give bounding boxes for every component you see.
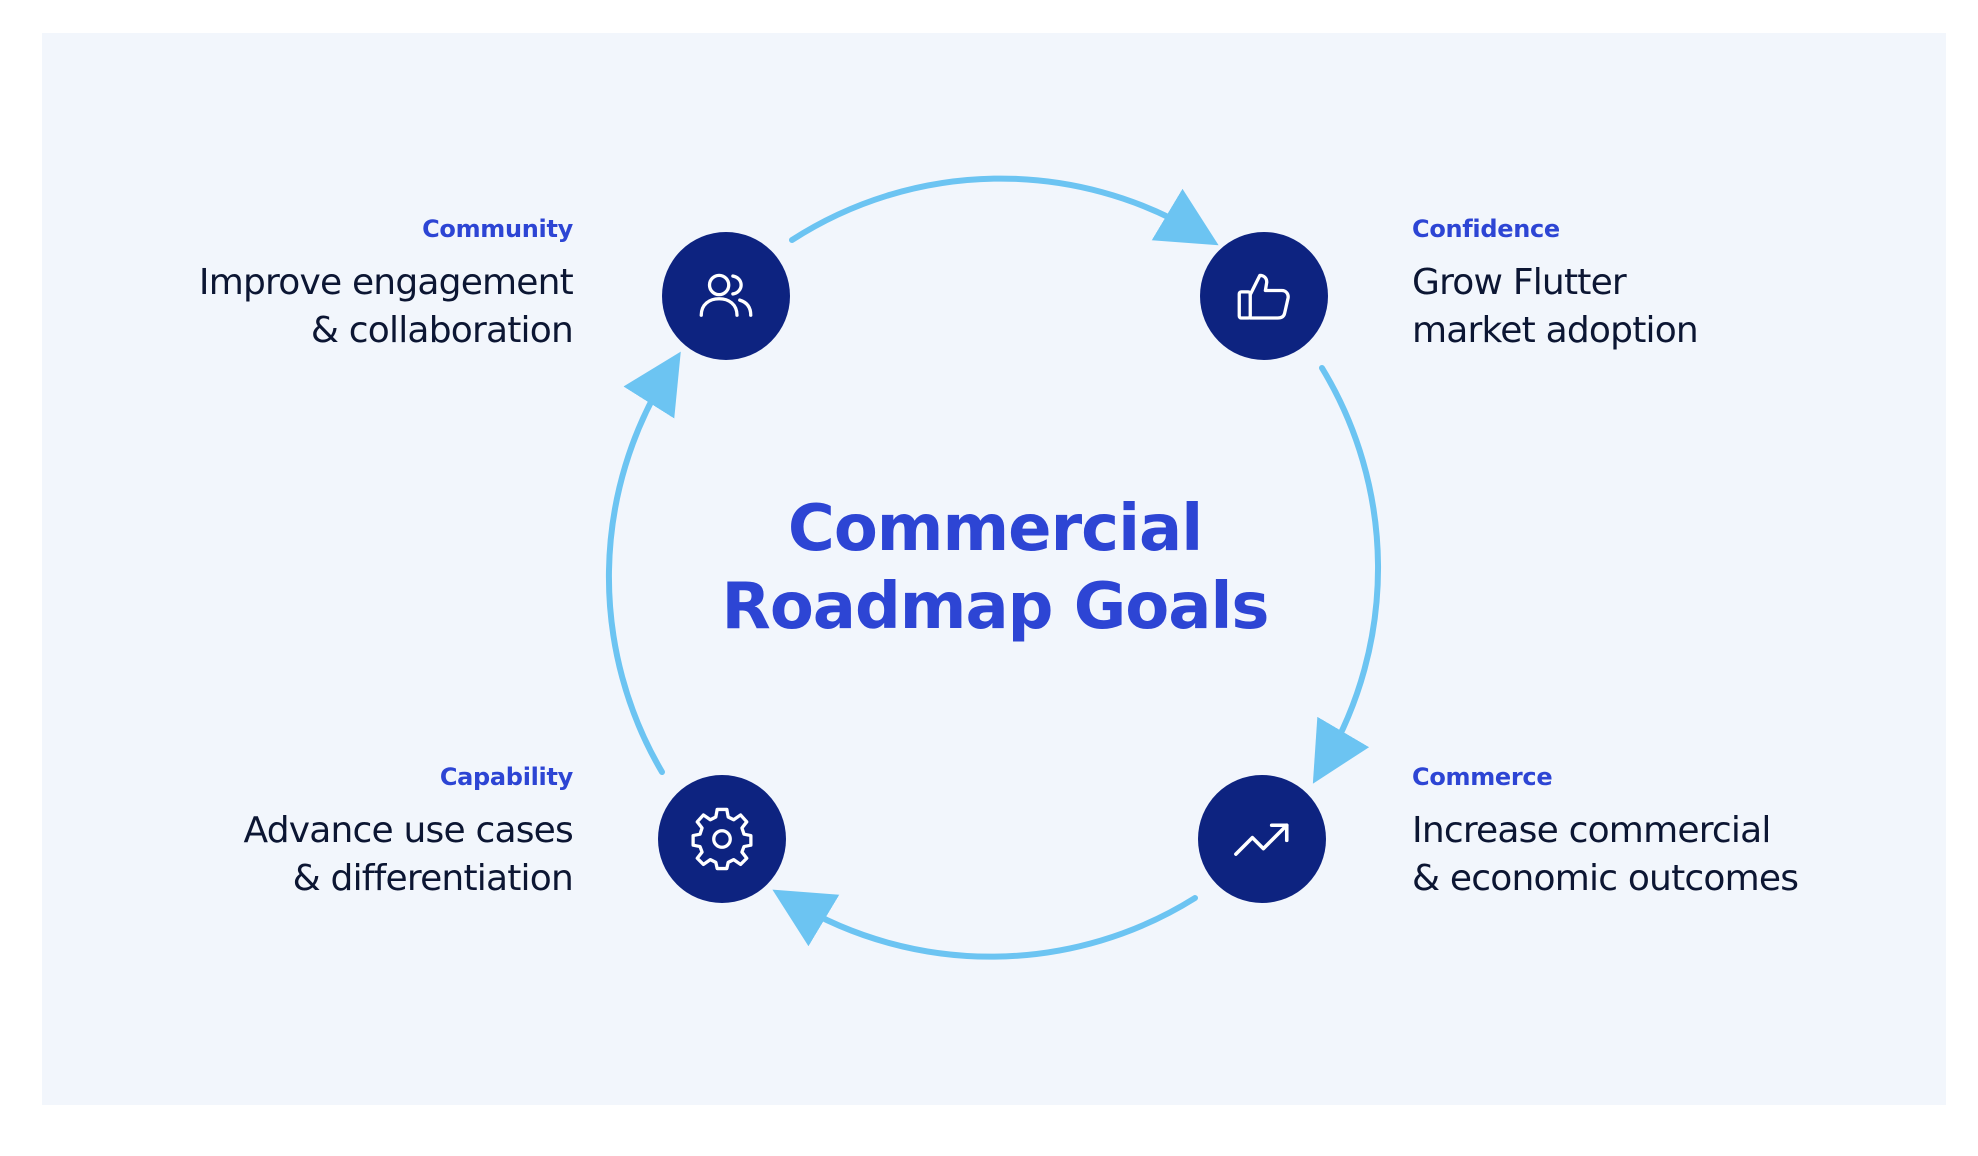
goal-community: Community Improve engagement & collabora…: [198, 215, 574, 355]
goal-description-line-2: & collaboration: [310, 310, 574, 351]
goal-category-label: Commerce: [1412, 763, 1553, 791]
goal-category-label: Confidence: [1412, 215, 1560, 243]
arrow-confidence-to-commerce: [1312, 365, 1382, 784]
gear-icon: [691, 807, 753, 871]
diagram-title: Commercial Roadmap Goals: [690, 490, 1300, 646]
trending-up-icon: [1234, 823, 1289, 856]
goal-description-line-2: & economic outcomes: [1412, 858, 1799, 899]
arrow-community-to-confidence: [789, 175, 1219, 246]
title-line-1: Commercial: [787, 492, 1203, 566]
goal-description-line-1: Advance use cases: [243, 810, 574, 851]
node-confidence: [1200, 232, 1328, 360]
node-community: [662, 232, 790, 360]
goal-commerce: Commerce Increase commercial & economic …: [1412, 763, 1799, 903]
goal-description-line-2: & differentiation: [292, 858, 574, 899]
title-line-2: Roadmap Goals: [721, 570, 1270, 644]
goal-category-label: Community: [422, 215, 573, 243]
goal-description-line-2: market adoption: [1412, 310, 1699, 351]
goal-confidence: Confidence Grow Flutter market adoption: [1412, 215, 1699, 355]
node-commerce: [1198, 775, 1326, 903]
arrow-commerce-to-capability: [772, 889, 1198, 960]
goal-category-label: Capability: [439, 763, 573, 791]
thumbs-up-icon: [1237, 273, 1290, 320]
goal-description-line-1: Increase commercial: [1412, 810, 1771, 851]
node-capability: [658, 775, 786, 903]
goal-capability: Capability Advance use cases & different…: [244, 763, 574, 903]
goal-description-line-1: Grow Flutter: [1412, 262, 1627, 303]
goal-description-line-1: Improve engagement: [198, 262, 574, 303]
users-icon: [699, 273, 753, 317]
arrow-capability-to-community: [605, 351, 681, 775]
